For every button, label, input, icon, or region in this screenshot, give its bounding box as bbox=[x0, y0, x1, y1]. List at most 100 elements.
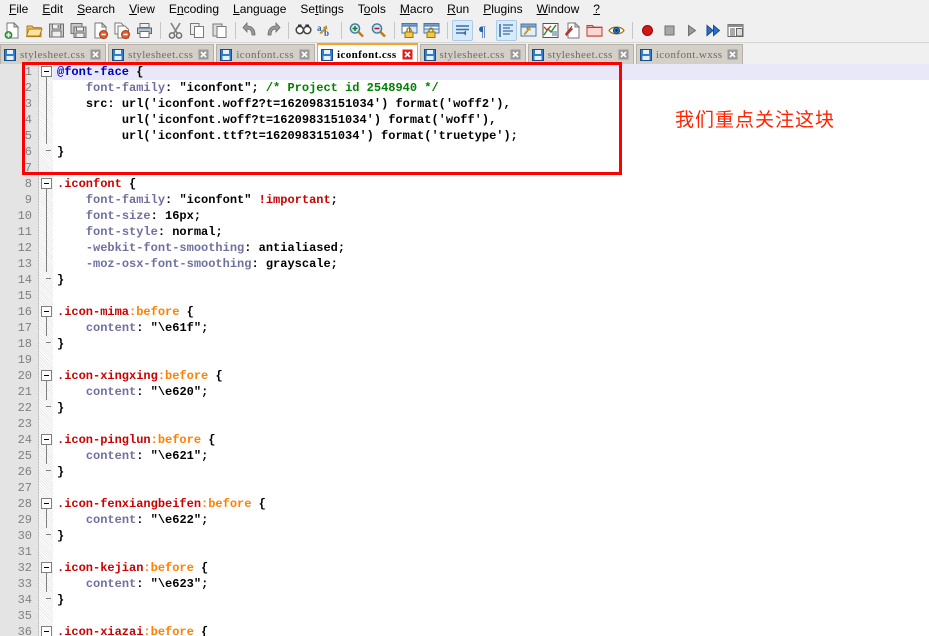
close-file-icon[interactable] bbox=[90, 20, 111, 41]
code-line-1: @font-face { bbox=[57, 65, 144, 79]
menu-language[interactable]: Language bbox=[226, 1, 293, 18]
line-number: 10 bbox=[17, 209, 32, 223]
close-all-icon[interactable] bbox=[112, 20, 133, 41]
line-number: 24 bbox=[17, 433, 32, 447]
copy-icon[interactable] bbox=[187, 20, 208, 41]
line-number: 18 bbox=[17, 337, 32, 351]
fold-end-24 bbox=[46, 470, 51, 471]
line-number: 21 bbox=[17, 385, 32, 399]
find-icon[interactable] bbox=[293, 20, 314, 41]
menu-window[interactable]: Window bbox=[530, 1, 587, 18]
stop-macro-icon[interactable] bbox=[659, 20, 680, 41]
close-icon[interactable] bbox=[618, 49, 629, 60]
zoom-out-icon[interactable] bbox=[368, 20, 389, 41]
tab-stylesheet-css-1[interactable]: stylesheet.css bbox=[0, 44, 107, 64]
saved-file-icon bbox=[423, 48, 436, 61]
tab-stylesheet-css-3[interactable]: stylesheet.css bbox=[419, 44, 526, 64]
function-list-icon[interactable] bbox=[562, 20, 583, 41]
code-line-36: .icon-xiazai:before { bbox=[57, 625, 209, 636]
tool-bar: a b ¶ bbox=[0, 18, 929, 43]
fold-toggle-line-20[interactable] bbox=[41, 370, 52, 381]
folder-as-workspace-icon[interactable] bbox=[584, 20, 605, 41]
menu-encoding[interactable]: Encoding bbox=[162, 1, 226, 18]
tab-stylesheet-css-4[interactable]: stylesheet.css bbox=[527, 44, 634, 64]
word-wrap-icon[interactable] bbox=[452, 19, 473, 41]
fold-guide-24 bbox=[46, 445, 47, 464]
fold-toggle-line-28[interactable] bbox=[41, 498, 52, 509]
menu-tools[interactable]: Tools bbox=[351, 1, 393, 18]
menu-edit[interactable]: Edit bbox=[35, 1, 70, 18]
new-file-icon[interactable] bbox=[2, 20, 23, 41]
save-icon[interactable] bbox=[46, 20, 67, 41]
menu-settings[interactable]: Settings bbox=[293, 1, 350, 18]
redo-icon[interactable] bbox=[262, 20, 283, 41]
paste-icon[interactable] bbox=[209, 20, 230, 41]
save-macro-icon[interactable] bbox=[725, 20, 746, 41]
separator-7 bbox=[632, 21, 633, 39]
code-editor[interactable]: 1 2 3 4 5 6 7 8 9 10 11 12 13 14 15 16 1… bbox=[0, 64, 929, 636]
line-number: 23 bbox=[17, 417, 32, 431]
saved-file-icon bbox=[321, 48, 333, 61]
close-icon[interactable] bbox=[510, 49, 521, 60]
menu-file[interactable]: File bbox=[2, 1, 35, 18]
document-map-icon[interactable] bbox=[540, 20, 561, 41]
saved-file-icon bbox=[112, 48, 125, 61]
fold-toggle-line-1[interactable] bbox=[41, 66, 52, 77]
code-line-32: .icon-kejian:before { bbox=[57, 561, 209, 575]
open-file-icon[interactable] bbox=[24, 20, 45, 41]
code-line-12: -webkit-font-smoothing: antialiased; bbox=[85, 241, 346, 255]
sync-horizontal-icon[interactable] bbox=[421, 20, 442, 41]
undo-icon[interactable] bbox=[240, 20, 261, 41]
indent-guide-icon[interactable] bbox=[496, 19, 517, 41]
fold-guide-1 bbox=[46, 77, 47, 144]
close-icon[interactable] bbox=[402, 49, 413, 60]
close-icon[interactable] bbox=[198, 49, 209, 60]
cut-icon[interactable] bbox=[165, 20, 186, 41]
fold-toggle-line-36[interactable] bbox=[41, 626, 52, 636]
record-macro-icon[interactable] bbox=[637, 20, 658, 41]
save-all-icon[interactable] bbox=[68, 20, 89, 41]
code-line-3: src: url('iconfont.woff2?t=1620983151034… bbox=[85, 97, 511, 111]
line-number: 31 bbox=[17, 545, 32, 559]
code-line-21: content: "\e620"; bbox=[85, 385, 209, 399]
tab-iconfont-css-1[interactable]: iconfont.css bbox=[216, 44, 315, 64]
fold-toggle-line-32[interactable] bbox=[41, 562, 52, 573]
svg-text:¶: ¶ bbox=[479, 24, 486, 39]
print-icon[interactable] bbox=[134, 20, 155, 41]
monitoring-icon[interactable] bbox=[606, 20, 627, 41]
menu-macro[interactable]: Macro bbox=[393, 1, 440, 18]
fold-toggle-line-24[interactable] bbox=[41, 434, 52, 445]
zoom-in-icon[interactable] bbox=[346, 20, 367, 41]
sync-vertical-icon[interactable] bbox=[399, 20, 420, 41]
play-macro-icon[interactable] bbox=[681, 20, 702, 41]
code-text-area[interactable]: 1 2 3 4 5 6 7 8 9 10 11 12 13 14 15 16 1… bbox=[0, 64, 929, 636]
fold-end-20 bbox=[46, 406, 51, 407]
close-icon[interactable] bbox=[727, 49, 738, 60]
fold-end-8 bbox=[46, 278, 51, 279]
fold-toggle-line-16[interactable] bbox=[41, 306, 52, 317]
menu-view[interactable]: View bbox=[122, 1, 162, 18]
user-defined-dialog-icon[interactable] bbox=[518, 20, 539, 41]
notepadpp-window: File Edit Search View Encoding Language … bbox=[0, 0, 929, 636]
menu-help[interactable]: ? bbox=[586, 1, 607, 18]
line-number: 22 bbox=[17, 401, 32, 415]
tab-iconfont-wxss[interactable]: iconfont.wxss bbox=[635, 44, 744, 64]
saved-file-icon bbox=[531, 48, 544, 61]
fold-end-32 bbox=[46, 598, 51, 599]
show-all-chars-icon[interactable]: ¶ bbox=[474, 20, 495, 41]
close-icon[interactable] bbox=[299, 49, 310, 60]
menu-plugins[interactable]: Plugins bbox=[476, 1, 529, 18]
menu-search[interactable]: Search bbox=[70, 1, 122, 18]
line-number: 25 bbox=[17, 449, 32, 463]
annotation-text: 我们重点关注这块 bbox=[675, 109, 836, 131]
code-line-18: } bbox=[57, 337, 65, 351]
fold-guide-32 bbox=[46, 573, 47, 592]
tab-iconfont-css-active[interactable]: iconfont.css bbox=[317, 43, 418, 64]
tab-stylesheet-css-2[interactable]: stylesheet.css bbox=[108, 44, 215, 64]
close-icon[interactable] bbox=[90, 49, 101, 60]
code-line-33: content: "\e623"; bbox=[85, 577, 209, 591]
menu-run[interactable]: Run bbox=[440, 1, 476, 18]
replace-icon[interactable]: a b bbox=[315, 20, 336, 41]
fold-toggle-line-8[interactable] bbox=[41, 178, 52, 189]
run-macro-multiple-icon[interactable] bbox=[703, 20, 724, 41]
